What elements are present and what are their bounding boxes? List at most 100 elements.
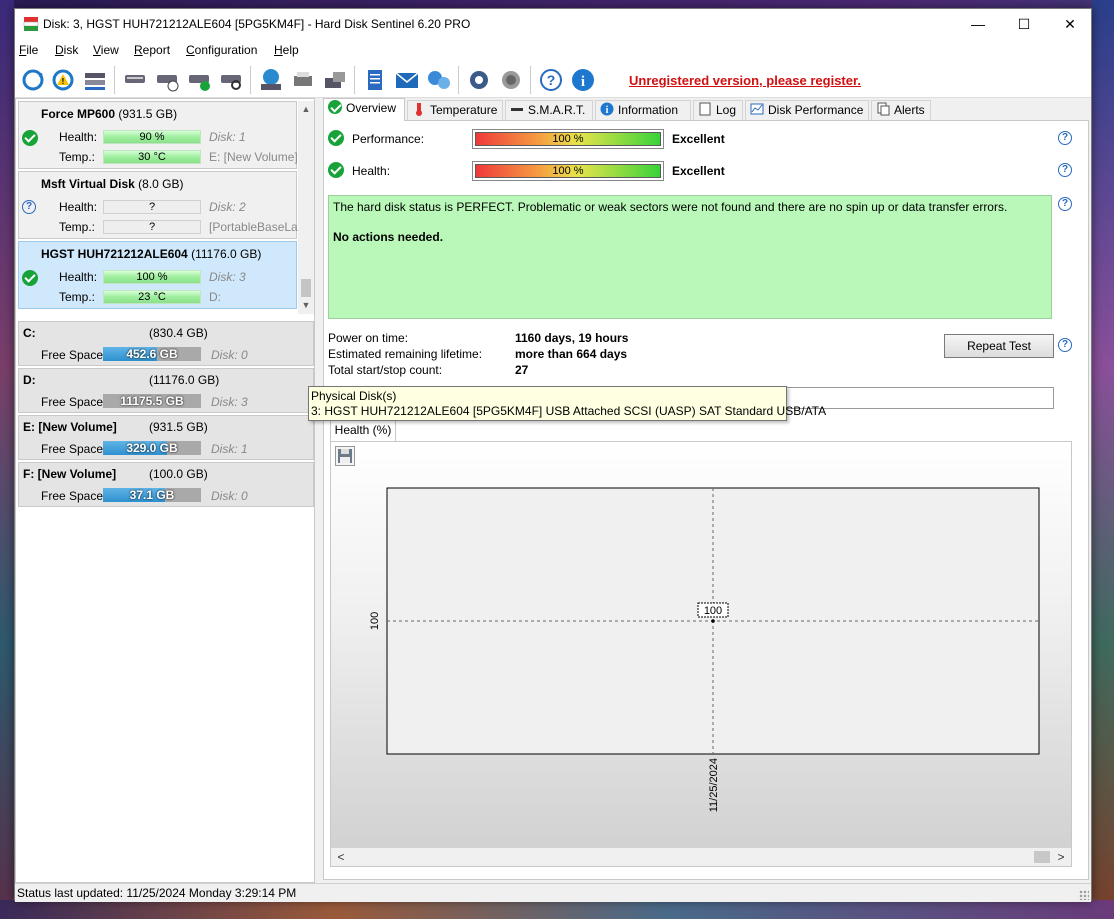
scroll-thumb[interactable] <box>1034 851 1050 863</box>
lifetime-value: more than 664 days <box>515 347 628 361</box>
help-icon[interactable]: ? <box>1058 338 1072 352</box>
volume-name: C: <box>23 326 36 340</box>
lifetime-label: Estimated remaining lifetime: <box>328 347 483 361</box>
toolbar-separator <box>250 66 251 94</box>
disk-ref: Disk: 0 <box>211 489 248 503</box>
status-updated-text: Status last updated: 11/25/2024 Monday 3… <box>17 886 297 900</box>
printer-disk-icon[interactable] <box>289 66 317 94</box>
close-button[interactable]: ✕ <box>1047 9 1093 40</box>
desktop-wallpaper-bottom <box>0 900 1114 919</box>
tab-log[interactable]: Log <box>693 100 743 120</box>
refresh-icon[interactable] <box>19 66 47 94</box>
free-space-label: Free Space <box>41 442 104 456</box>
volume-card-c[interactable]: C: (830.4 GB) Free Space 452.6 GB Disk: … <box>18 321 314 366</box>
left-pane: Force MP600 (931.5 GB) Health: 90 % Disk… <box>15 98 315 883</box>
disk-list-icon[interactable] <box>81 66 109 94</box>
report-icon[interactable] <box>361 66 389 94</box>
disk-check-icon[interactable] <box>185 66 213 94</box>
title-bar[interactable]: Disk: 3, HGST HUH721212ALE604 [5PG5KM4F]… <box>15 9 1091 40</box>
performance-rating: Excellent <box>672 132 725 146</box>
resize-grip[interactable] <box>1079 890 1089 900</box>
overview-panel: Performance: 100 % Excellent ? Health: 1… <box>323 120 1089 880</box>
x-tick-label: 11/25/2024 <box>708 758 720 812</box>
desktop-wallpaper-left <box>0 0 14 919</box>
disk-card-hgst[interactable]: HGST HUH721212ALE604 (11176.0 GB) Health… <box>18 241 297 309</box>
settings-gear-icon[interactable] <box>465 66 493 94</box>
minimize-button[interactable]: — <box>955 9 1001 40</box>
backup-disk-icon[interactable] <box>321 66 349 94</box>
scroll-down-icon[interactable]: ▼ <box>298 297 314 313</box>
status-description: The hard disk status is PERFECT. Problem… <box>328 195 1052 319</box>
app-logo-icon <box>23 17 39 31</box>
volume-name: F: [New Volume] <box>23 467 117 481</box>
menu-help[interactable]: Help <box>274 43 299 57</box>
desktop-wallpaper-right <box>1092 0 1114 919</box>
volume-card-f[interactable]: F: [New Volume] (100.0 GB) Free Space 37… <box>18 462 314 507</box>
menu-view[interactable]: View <box>93 43 119 57</box>
tab-smart[interactable]: S.M.A.R.T. <box>505 100 593 120</box>
menu-configuration[interactable]: Configuration <box>186 43 257 57</box>
volume-size: (100.0 GB) <box>149 467 208 481</box>
svg-text:?: ? <box>547 72 556 88</box>
volume-card-d[interactable]: D: (11176.0 GB) Free Space 11175.5 GB Di… <box>18 368 314 413</box>
scroll-left-icon[interactable]: < <box>333 849 349 865</box>
disk-card-force-mp600[interactable]: Force MP600 (931.5 GB) Health: 90 % Disk… <box>18 101 298 169</box>
info-icon: i <box>600 102 614 116</box>
tab-information[interactable]: i Information <box>595 100 691 120</box>
toolbar-separator <box>114 66 115 94</box>
tab-alerts[interactable]: Alerts <box>871 100 931 120</box>
tab-disk-performance[interactable]: Disk Performance <box>745 100 869 120</box>
scroll-right-icon[interactable]: > <box>1053 849 1069 865</box>
tab-temperature[interactable]: Temperature <box>407 100 503 120</box>
temp-label: Temp.: <box>59 150 96 164</box>
menu-disk[interactable]: Disk <box>55 43 78 57</box>
help-icon[interactable]: ? <box>1058 197 1072 211</box>
menu-file[interactable]: File <box>19 43 38 57</box>
disk-ref: Disk: 2 <box>209 200 246 214</box>
info-icon[interactable]: i <box>569 66 597 94</box>
help-icon[interactable]: ? <box>1058 131 1072 145</box>
scroll-up-icon[interactable]: ▲ <box>298 101 314 117</box>
free-space-bar: 329.0 GB <box>103 441 201 455</box>
disk-schedule-icon[interactable] <box>153 66 181 94</box>
disk-search-icon[interactable] <box>217 66 245 94</box>
scroll-thumb[interactable] <box>301 279 311 297</box>
free-space-bar: 11175.5 GB <box>103 394 201 408</box>
repeat-test-button[interactable]: Repeat Test <box>944 334 1054 358</box>
smart-icon <box>511 108 523 111</box>
disk-list-scrollbar[interactable]: ▲ ▼ <box>298 101 314 314</box>
data-point <box>711 619 715 623</box>
menu-report[interactable]: Report <box>134 43 170 57</box>
disk-tool-icon[interactable] <box>121 66 149 94</box>
register-link[interactable]: Unregistered version, please register. <box>629 73 861 88</box>
health-bar: ? <box>103 200 201 214</box>
data-label: 100 <box>704 605 722 617</box>
disk-ref: Disk: 1 <box>211 442 248 456</box>
globe-disk-icon[interactable] <box>257 66 285 94</box>
volume-card-e[interactable]: E: [New Volume] (931.5 GB) Free Space 32… <box>18 415 314 460</box>
disk-card-msft-virtual[interactable]: Msft Virtual Disk (8.0 GB) ? Health: ? D… <box>18 171 304 239</box>
health-rating: Excellent <box>672 164 725 178</box>
health-label: Health: <box>59 130 98 144</box>
mail-icon[interactable] <box>393 66 421 94</box>
volume-name: D: <box>23 373 36 387</box>
chart-scrollbar[interactable]: < > <box>331 848 1071 866</box>
temp-bar: 23 °C <box>103 290 201 304</box>
temp-label: Temp.: <box>59 290 96 304</box>
volume-size: (11176.0 GB) <box>149 373 220 387</box>
health-bar: 100 % <box>103 270 201 284</box>
tab-health-chart[interactable]: Health (%) <box>330 419 396 441</box>
maximize-button[interactable]: ☐ <box>1001 9 1047 40</box>
startstop-label: Total start/stop count: <box>328 363 443 377</box>
tooltip-detail: 3: HGST HUH721212ALE604 [5PG5KM4F] USB A… <box>311 404 827 418</box>
tooltip-title: Physical Disk(s) <box>311 389 397 403</box>
disk-list: Force MP600 (931.5 GB) Health: 90 % Disk… <box>18 101 314 314</box>
help-icon[interactable]: ? <box>1058 163 1072 177</box>
speaker-icon[interactable] <box>497 66 525 94</box>
window-title: Disk: 3, HGST HUH721212ALE604 [5PG5KM4F]… <box>43 17 471 31</box>
refresh-warning-icon[interactable]: ! <box>49 66 77 94</box>
help-icon[interactable]: ? <box>537 66 565 94</box>
network-icon[interactable] <box>425 66 453 94</box>
tab-overview[interactable]: Overview <box>323 98 405 121</box>
disk-ref: Disk: 3 <box>209 270 246 284</box>
